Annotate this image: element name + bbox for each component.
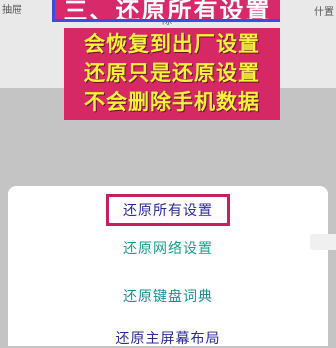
option-label: 还原主屏幕布局 xyxy=(115,331,221,347)
option-label: 还原网络设置 xyxy=(123,241,213,257)
background-text-left: 抽屉 xyxy=(2,5,22,16)
option-label: 还原键盘词典 xyxy=(123,289,213,305)
reset-keyboard-dictionary-option[interactable]: 还原键盘词典 xyxy=(8,286,328,306)
reset-all-settings-option[interactable]: 还原所有设置 xyxy=(8,194,328,226)
option-label: 还原所有设置 xyxy=(106,194,230,226)
tutorial-note-line: 会恢复到出厂设置 xyxy=(84,32,260,56)
reset-network-settings-option[interactable]: 还原网络设置 xyxy=(8,238,328,258)
reset-home-screen-layout-option[interactable]: 还原主屏幕布局 xyxy=(8,328,328,348)
tutorial-note-box: 会恢复到出厂设置 还原只是还原设置 不会删除手机数据 xyxy=(64,28,280,120)
tutorial-note-line: 还原只是还原设置 xyxy=(84,61,260,85)
background-text-right: 什置 xyxy=(314,7,334,18)
tutorial-note-line: 不会删除手机数据 xyxy=(84,90,260,114)
reset-options-sheet: 还原所有设置 还原网络设置 还原键盘词典 还原主屏幕布局 xyxy=(8,186,328,348)
tutorial-step-title: 三、还原所有设置 xyxy=(52,0,280,22)
background-edge-element xyxy=(310,234,336,250)
